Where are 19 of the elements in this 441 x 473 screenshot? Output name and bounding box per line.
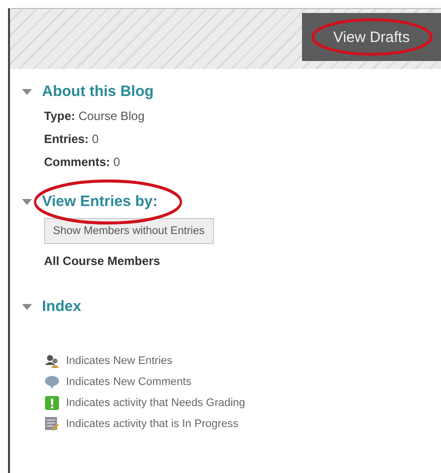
collapse-triangle-icon[interactable] — [22, 88, 32, 96]
people-icon — [44, 353, 60, 369]
legend-label: Indicates New Entries — [66, 355, 172, 367]
speech-bubble-icon — [44, 374, 60, 390]
blog-info-line: Comments: 0 — [44, 155, 122, 169]
legend-label: Indicates activity that is In Progress — [66, 418, 238, 430]
exclamation-icon — [44, 395, 60, 411]
about-blog-heading[interactable]: About this Blog — [42, 83, 154, 100]
legend-label: Indicates activity that Needs Grading — [66, 397, 246, 409]
document-pencil-icon — [44, 416, 60, 432]
collapse-triangle-icon[interactable] — [22, 198, 32, 206]
all-members-label: All Course Members — [44, 254, 162, 268]
blog-info-line: Type: Course Blog — [44, 109, 146, 123]
index-heading[interactable]: Index — [42, 298, 82, 315]
collapse-triangle-icon[interactable] — [22, 302, 32, 310]
show-members-button[interactable]: Show Members without Entries — [44, 218, 214, 244]
blog-info-line: Entries: 0 — [44, 132, 100, 146]
view-drafts-button[interactable]: View Drafts — [302, 13, 441, 61]
legend-label: Indicates New Comments — [66, 376, 192, 388]
